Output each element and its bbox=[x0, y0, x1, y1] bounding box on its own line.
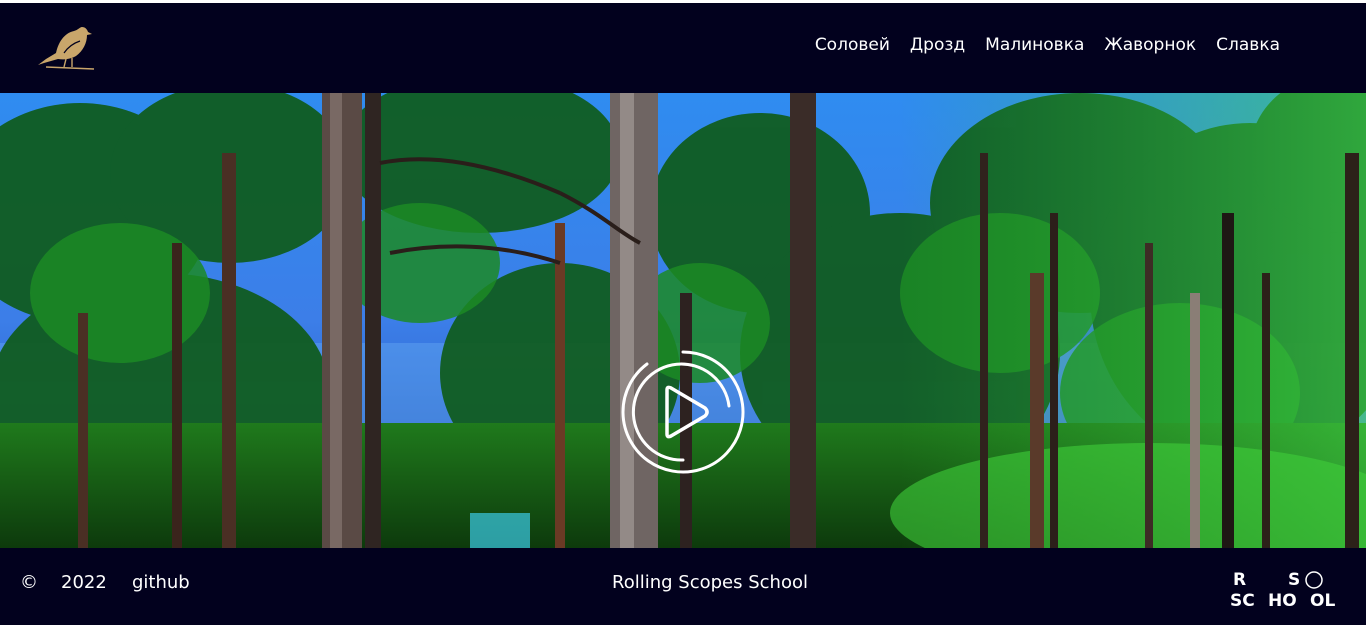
rss-logo-letter-s: S bbox=[1288, 570, 1300, 590]
copyright-symbol: © bbox=[20, 572, 38, 593]
rss-logo-ho: HO bbox=[1268, 591, 1297, 610]
site-header: Соловей Дрозд Малиновка Жаворнок Славка bbox=[0, 3, 1366, 93]
nav-item-slavka[interactable]: Славка bbox=[1216, 35, 1280, 55]
nav-item-malinovka[interactable]: Малиновка bbox=[985, 35, 1084, 55]
hero-forest-image bbox=[0, 93, 1366, 548]
site-footer: © 2022 github Rolling Scopes School R S … bbox=[0, 548, 1366, 625]
main-nav: Соловей Дрозд Малиновка Жаворнок Славка bbox=[815, 35, 1280, 55]
nav-item-zhavoronok[interactable]: Жаворнок bbox=[1104, 35, 1196, 55]
rss-logo-ol: OL bbox=[1310, 591, 1335, 610]
school-name: Rolling Scopes School bbox=[612, 572, 808, 593]
play-button[interactable] bbox=[617, 346, 749, 478]
bird-logo-icon[interactable] bbox=[36, 23, 96, 71]
page: Соловей Дрозд Малиновка Жаворнок Славка bbox=[0, 0, 1366, 625]
github-link[interactable]: github bbox=[132, 572, 190, 593]
nav-item-solovei[interactable]: Соловей bbox=[815, 35, 890, 55]
copyright-year: 2022 bbox=[61, 572, 107, 593]
js-badge-icon bbox=[1305, 571, 1323, 589]
forest-background bbox=[0, 93, 1366, 548]
nav-item-drozd[interactable]: Дрозд bbox=[910, 35, 965, 55]
rss-logo-sc: SC bbox=[1230, 591, 1255, 610]
school-name-wrapper: Rolling Scopes School bbox=[0, 572, 1366, 593]
rs-school-logo[interactable]: R S SC HO OL bbox=[1230, 568, 1342, 610]
rss-logo-letter-r: R bbox=[1233, 570, 1246, 590]
